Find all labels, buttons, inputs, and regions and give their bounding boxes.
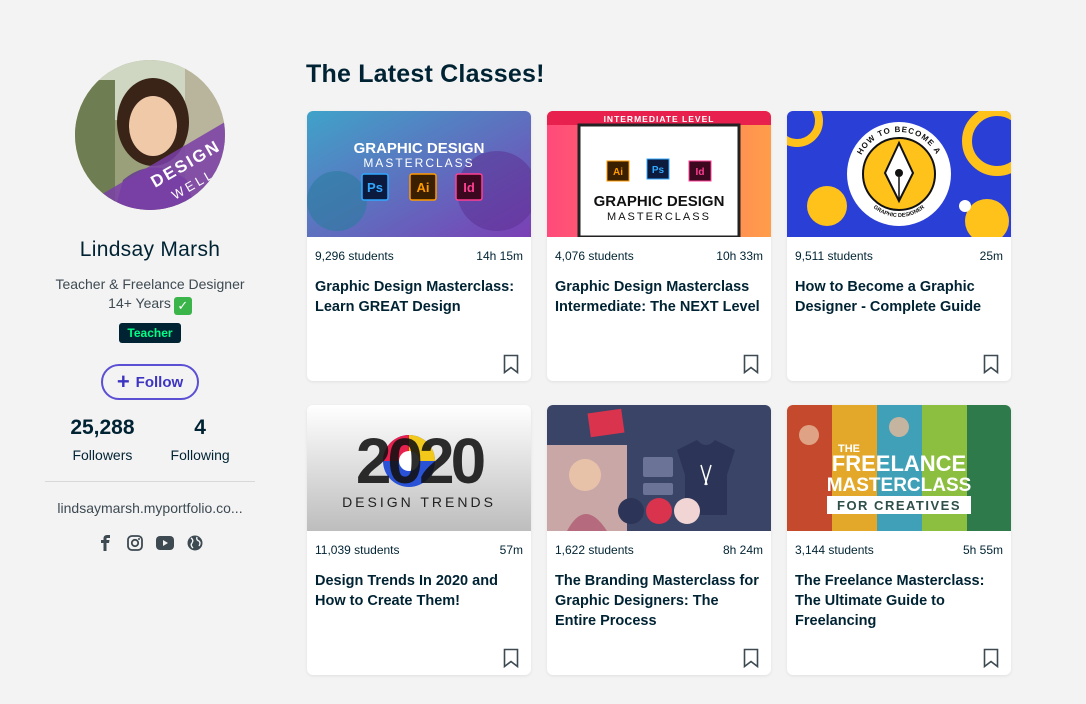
student-count: 4,076 students xyxy=(555,249,634,263)
student-count: 3,144 students xyxy=(795,543,874,557)
teacher-badge: Teacher xyxy=(119,323,181,343)
thumb-year: 2020 xyxy=(356,425,484,497)
class-meta: 1,622 students 8h 24m xyxy=(547,531,771,557)
bookmark-icon[interactable] xyxy=(983,648,999,668)
svg-text:Id: Id xyxy=(463,180,475,195)
student-count: 9,296 students xyxy=(315,249,394,263)
thumb-line2: MASTERCLASS xyxy=(363,156,474,170)
thumb-line1: GRAPHIC DESIGN xyxy=(354,140,485,157)
following-count: 4 xyxy=(194,416,206,439)
avatar[interactable]: DESIGN WELL xyxy=(75,60,225,210)
followers-count: 25,288 xyxy=(70,416,135,439)
thumb-line3: FOR CREATIVES xyxy=(837,498,961,513)
thumb-line1: GRAPHIC DESIGN xyxy=(594,193,725,210)
class-card[interactable]: HOW TO BECOME A GRAPHIC DESIGNER 9,511 s… xyxy=(787,111,1011,381)
class-card[interactable]: 2020 DESIGN TRENDS 11,039 students 57m D… xyxy=(307,405,531,675)
follow-button[interactable]: + Follow xyxy=(100,364,200,400)
classes-grid: GRAPHIC DESIGN MASTERCLASS Ps Ai Id 9,29… xyxy=(307,111,1011,675)
thumb-line2: MASTERCLASS xyxy=(827,475,972,496)
class-thumbnail: 2020 DESIGN TRENDS xyxy=(307,405,531,531)
student-count: 9,511 students xyxy=(795,249,873,263)
class-meta: 4,076 students 10h 33m xyxy=(547,237,771,263)
class-thumbnail: THE FREELANCE MASTERCLASS FOR CREATIVES xyxy=(787,405,1011,531)
class-duration: 5h 55m xyxy=(962,543,1003,557)
class-duration: 25m xyxy=(979,249,1003,263)
teacher-name: Lindsay Marsh xyxy=(79,238,221,261)
class-card[interactable]: 1,622 students 8h 24m The Branding Maste… xyxy=(547,405,771,675)
student-count: 11,039 students xyxy=(315,543,400,557)
class-duration: 10h 33m xyxy=(716,249,763,263)
svg-text:Ai: Ai xyxy=(613,167,623,178)
class-thumbnail xyxy=(547,405,771,531)
svg-text:Ps: Ps xyxy=(652,165,665,176)
class-title[interactable]: The Branding Masterclass for Graphic Des… xyxy=(547,557,771,631)
facebook-icon[interactable] xyxy=(96,534,114,552)
youtube-icon[interactable] xyxy=(156,534,174,552)
class-duration: 8h 24m xyxy=(722,543,763,557)
bookmark-icon[interactable] xyxy=(743,354,759,374)
bookmark-icon[interactable] xyxy=(743,648,759,668)
portfolio-link[interactable]: lindsaymarsh.myportfolio.co... xyxy=(45,500,255,516)
class-card[interactable]: GRAPHIC DESIGN MASTERCLASS Ps Ai Id 9,29… xyxy=(307,111,531,381)
followers-label: Followers xyxy=(72,447,133,463)
following-stat[interactable]: 4 Following xyxy=(171,416,230,463)
bookmark-icon[interactable] xyxy=(503,648,519,668)
teacher-profile: DESIGN WELL Lindsay Marsh Teacher & Free… xyxy=(45,60,255,552)
teacher-tagline: Teacher & Freelance Designer 14+ Years ✓ xyxy=(45,275,255,315)
globe-icon[interactable] xyxy=(186,534,204,552)
svg-text:Ai: Ai xyxy=(417,180,430,195)
class-meta: 9,511 students 25m xyxy=(787,237,1011,263)
tagline-line2: 14+ Years xyxy=(108,295,171,311)
check-icon: ✓ xyxy=(173,297,192,315)
svg-text:Id: Id xyxy=(696,167,705,178)
class-meta: 11,039 students 57m xyxy=(307,531,531,557)
thumb-line2: MASTERCLASS xyxy=(607,211,711,223)
class-meta: 3,144 students 5h 55m xyxy=(787,531,1011,557)
class-meta: 9,296 students 14h 15m xyxy=(307,237,531,263)
section-title: The Latest Classes! xyxy=(306,60,545,88)
thumb-banner: INTERMEDIATE LEVEL xyxy=(604,114,715,124)
class-card[interactable]: THE FREELANCE MASTERCLASS FOR CREATIVES … xyxy=(787,405,1011,675)
social-links xyxy=(45,534,255,552)
follow-label: Follow xyxy=(135,373,184,391)
class-thumbnail: INTERMEDIATE LEVEL Ai Ps Id GRAPHIC DESI… xyxy=(547,111,771,237)
class-title[interactable]: Design Trends In 2020 and How to Create … xyxy=(307,557,531,611)
class-duration: 57m xyxy=(499,543,523,557)
class-title[interactable]: The Freelance Masterclass: The Ultimate … xyxy=(787,557,1011,631)
instagram-icon[interactable] xyxy=(126,534,144,552)
class-card[interactable]: INTERMEDIATE LEVEL Ai Ps Id GRAPHIC DESI… xyxy=(547,111,771,381)
thumb-line1: FREELANCE xyxy=(832,451,966,476)
bookmark-icon[interactable] xyxy=(503,354,519,374)
thumb-caption: DESIGN TRENDS xyxy=(342,494,496,510)
tagline-line1: Teacher & Freelance Designer xyxy=(55,276,245,292)
student-count: 1,622 students xyxy=(555,543,634,557)
class-title[interactable]: Graphic Design Masterclass: Learn GREAT … xyxy=(307,263,531,317)
class-duration: 14h 15m xyxy=(476,249,523,263)
plus-icon: + xyxy=(116,369,130,394)
svg-text:Ps: Ps xyxy=(367,180,383,195)
class-thumbnail: GRAPHIC DESIGN MASTERCLASS Ps Ai Id xyxy=(307,111,531,237)
class-title[interactable]: Graphic Design Masterclass Intermediate:… xyxy=(547,263,771,317)
class-thumbnail: HOW TO BECOME A GRAPHIC DESIGNER xyxy=(787,111,1011,237)
class-title[interactable]: How to Become a Graphic Designer - Compl… xyxy=(787,263,1011,317)
followers-stat[interactable]: 25,288 Followers xyxy=(70,416,134,463)
bookmark-icon[interactable] xyxy=(983,354,999,374)
follow-stats: 25,288 Followers 4 Following xyxy=(45,416,255,482)
following-label: Following xyxy=(170,447,230,463)
